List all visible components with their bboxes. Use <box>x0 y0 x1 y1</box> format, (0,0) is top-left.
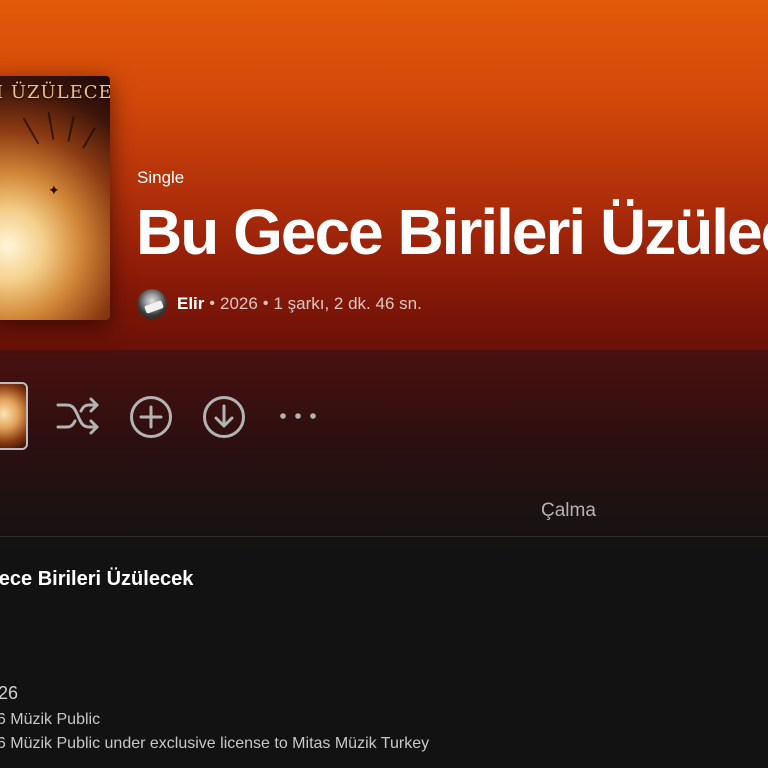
release-type-label: Single <box>137 168 185 187</box>
album-meta: Elir • 2026 • 1 şarkı, 2 dk. 46 sn. <box>137 289 422 319</box>
tracklist-divider <box>0 536 768 537</box>
shuffle-icon <box>55 396 101 436</box>
album-page: I ÜZÜLECEK ✦ Single Bu Gece Birileri Üzü… <box>0 0 768 768</box>
album-title: Bu Gece Birileri Üzülecek <box>136 196 768 268</box>
release-year: 2026 <box>220 294 258 313</box>
copyright-p: ℗ 2026 Müzik Public under exclusive lice… <box>0 735 430 752</box>
copyright-c: © 2026 Müzik Public <box>0 711 101 728</box>
shuffle-button[interactable] <box>54 394 102 438</box>
cover-preview-button[interactable] <box>0 382 28 450</box>
column-header-plays: Çalma <box>541 500 596 521</box>
release-date: 2026 <box>0 683 19 703</box>
cover-bird-icon: ✦ <box>48 182 60 198</box>
track-title[interactable]: Bu Gece Birileri Üzülecek <box>0 568 193 591</box>
meta-separator: • <box>209 295 216 312</box>
more-options-button[interactable] <box>276 400 320 432</box>
cover-lash <box>47 112 55 140</box>
artist-avatar[interactable] <box>137 289 167 319</box>
download-icon <box>202 395 246 439</box>
track-count-duration: 1 şarkı, 2 dk. 46 sn. <box>273 294 422 313</box>
cover-lash <box>22 117 40 145</box>
action-bar-background <box>0 350 768 550</box>
cover-lash <box>67 116 75 142</box>
download-button[interactable] <box>201 394 247 440</box>
add-to-library-button[interactable] <box>128 394 174 440</box>
cover-title-text: I ÜZÜLECEK <box>0 82 110 103</box>
meta-separator: • <box>262 295 269 312</box>
plus-circle-icon <box>129 395 173 439</box>
artist-link[interactable]: Elir <box>177 294 204 314</box>
more-horizontal-icon <box>278 411 318 421</box>
cover-lash <box>82 127 96 149</box>
album-cover[interactable]: I ÜZÜLECEK ✦ <box>0 76 110 320</box>
